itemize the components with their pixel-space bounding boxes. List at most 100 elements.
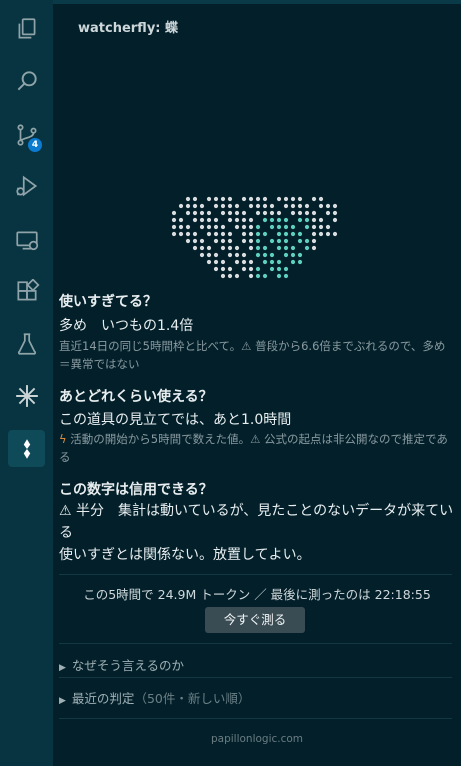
logo-dot — [311, 210, 317, 216]
testing-icon[interactable] — [0, 322, 53, 366]
logo-dot — [234, 273, 240, 279]
logo-dot — [276, 231, 282, 237]
logo-dot — [304, 210, 310, 216]
logo-dot — [171, 217, 177, 223]
logo-dot — [185, 203, 191, 209]
logo-dot — [213, 266, 219, 272]
logo-dot — [304, 245, 310, 251]
search-icon[interactable] — [0, 59, 53, 103]
logo-dot — [255, 245, 261, 251]
logo-dot — [318, 224, 324, 230]
logo-dot — [318, 203, 324, 209]
logo-dot — [241, 217, 247, 223]
logo-dot — [297, 259, 303, 265]
logo-dot — [227, 252, 233, 258]
logo-dot — [290, 231, 296, 237]
logo-dot — [248, 196, 254, 202]
usage-note: 直近14日の同じ5時間枠と比べて。⚠ 普段から6.6倍までぶれるので、多め＝異常… — [59, 339, 446, 371]
logo-dot — [318, 231, 324, 237]
logo-dot — [206, 196, 212, 202]
recent-section-toggle[interactable]: ▶ 最近の判定（50件・新しい順） — [59, 688, 250, 707]
logo-dot — [276, 196, 282, 202]
logo-dot — [220, 266, 226, 272]
logo-dot — [276, 266, 282, 272]
logo-dot — [304, 238, 310, 244]
trust-value: ⚠ 半分 集計は動いているが、見たことのないデータが来ている — [59, 503, 454, 541]
remaining-note: 活動の開始から5時間で数えた値。⚠ 公式の起点は非公開なので推定である — [59, 432, 448, 464]
logo-dot — [192, 196, 198, 202]
sparkle-icon[interactable] — [0, 374, 53, 418]
recent-section-hint: （50件・新しい順） — [134, 691, 251, 706]
logo-dot — [213, 238, 219, 244]
logo-dot — [311, 231, 317, 237]
bolt-icon: ϟ — [59, 432, 67, 446]
logo-dot — [241, 196, 247, 202]
why-section-toggle[interactable]: ▶ なぜそう言えるのか — [59, 655, 184, 674]
logo-dot — [248, 259, 254, 265]
logo-dot — [262, 273, 268, 279]
logo-dot — [248, 224, 254, 230]
remote-explorer-icon[interactable] — [0, 218, 53, 262]
logo-dot — [318, 196, 324, 202]
logo-dot — [325, 210, 331, 216]
logo-dot — [269, 210, 275, 216]
logo-dot — [269, 259, 275, 265]
extensions-icon[interactable] — [0, 270, 53, 314]
logo-dot — [227, 266, 233, 272]
logo-dot — [248, 238, 254, 244]
logo-dot — [213, 224, 219, 230]
logo-dot — [199, 217, 205, 223]
logo-dot — [227, 210, 233, 216]
logo-dot — [220, 259, 226, 265]
activity-bar: 4 — [0, 0, 53, 766]
logo-dot — [262, 203, 268, 209]
logo-dot — [206, 210, 212, 216]
logo-dot — [276, 259, 282, 265]
logo-dot — [199, 252, 205, 258]
logo-dot — [178, 217, 184, 223]
logo-dot — [290, 210, 296, 216]
logo-dot — [283, 196, 289, 202]
logo-dot — [262, 231, 268, 237]
logo-dot — [213, 217, 219, 223]
logo-dot — [311, 245, 317, 251]
logo-dot — [199, 203, 205, 209]
logo-dot — [290, 224, 296, 230]
logo-dot — [185, 224, 191, 230]
logo-dot — [283, 245, 289, 251]
expand-triangle-icon: ▶ — [59, 663, 66, 673]
source-control-icon[interactable] — [0, 113, 53, 157]
logo-dot — [171, 210, 177, 216]
logo-dot — [185, 231, 191, 237]
logo-dot — [255, 210, 261, 216]
logo-dot — [192, 203, 198, 209]
expand-triangle-icon: ▶ — [59, 696, 66, 706]
logo-dot — [311, 196, 317, 202]
logo-dot — [234, 245, 240, 251]
logo-dot — [206, 217, 212, 223]
logo-dot — [192, 210, 198, 216]
logo-dot — [241, 259, 247, 265]
watcherfly-icon[interactable] — [0, 427, 53, 471]
logo-dot — [241, 252, 247, 258]
logo-dot — [297, 231, 303, 237]
logo-dot — [220, 210, 226, 216]
logo-dot — [199, 210, 205, 216]
usage-heading: 使いすぎてる？ — [59, 294, 157, 310]
logo-dot — [276, 217, 282, 223]
logo-dot — [220, 224, 226, 230]
logo-dot — [290, 252, 296, 258]
logo-dot — [311, 224, 317, 230]
run-debug-icon[interactable] — [0, 164, 53, 208]
footer-link[interactable]: papillonlogic.com — [53, 733, 461, 745]
logo-dot — [227, 238, 233, 244]
trust-heading: この数字は信用できる？ — [59, 482, 213, 498]
why-section-label: なぜそう言えるのか — [71, 658, 185, 673]
logo-dot — [206, 224, 212, 230]
remaining-heading: あとどれくらい使える？ — [59, 389, 213, 405]
logo-dot — [178, 231, 184, 237]
measure-now-button[interactable]: 今すぐ測る — [205, 607, 305, 633]
explorer-icon[interactable] — [0, 7, 53, 51]
logo-dot — [241, 231, 247, 237]
logo-dot — [283, 252, 289, 258]
